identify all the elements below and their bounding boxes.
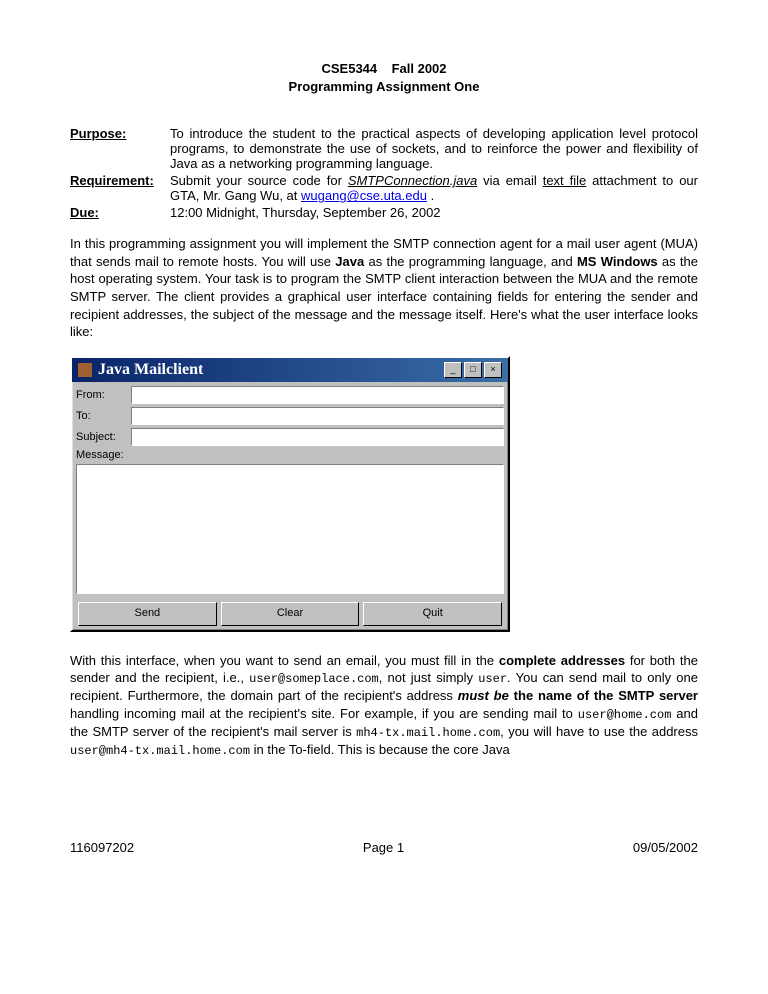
window-controls: _ □ × bbox=[444, 362, 502, 378]
paragraph-1: In this programming assignment you will … bbox=[70, 235, 698, 340]
purpose-row: Purpose: To introduce the student to the… bbox=[70, 126, 698, 171]
app-icon bbox=[78, 363, 92, 377]
p2-addr2: user@home.com bbox=[578, 708, 672, 722]
titlebar-left: Java Mailclient bbox=[78, 361, 203, 379]
p2-mustbe: must be bbox=[458, 688, 509, 703]
requirement-text: Submit your source code for SMTPConnecti… bbox=[170, 173, 698, 203]
window-title: Java Mailclient bbox=[98, 361, 203, 379]
definitions: Purpose: To introduce the student to the… bbox=[70, 126, 698, 220]
p2-end: in the To-field. This is because the cor… bbox=[250, 742, 510, 757]
page-content: CSE5344 Fall 2002 Programming Assignment… bbox=[0, 0, 768, 800]
p1-java: Java bbox=[335, 254, 364, 269]
message-label-row: Message: bbox=[76, 449, 504, 461]
page-footer: 116097202 Page 1 09/05/2002 bbox=[0, 800, 768, 855]
minimize-button[interactable]: _ bbox=[444, 362, 462, 378]
to-row: To: bbox=[76, 407, 504, 425]
requirement-row: Requirement: Submit your source code for… bbox=[70, 173, 698, 203]
button-row: Send Clear Quit bbox=[76, 600, 504, 626]
subject-input[interactable] bbox=[131, 428, 504, 446]
subject-label: Subject: bbox=[76, 431, 131, 443]
p2-pre: With this interface, when you want to se… bbox=[70, 653, 499, 668]
from-input[interactable] bbox=[131, 386, 504, 404]
to-label: To: bbox=[76, 410, 131, 422]
p2-srv: mh4-tx.mail.home.com bbox=[356, 726, 500, 740]
p1-mid1: as the programming language, and bbox=[364, 254, 577, 269]
purpose-label: Purpose: bbox=[70, 126, 170, 171]
title-line: Programming Assignment One bbox=[70, 78, 698, 96]
clear-button[interactable]: Clear bbox=[221, 602, 360, 626]
req-email-link[interactable]: wugang@cse.uta.edu bbox=[301, 188, 427, 203]
from-label: From: bbox=[76, 389, 131, 401]
subject-row: Subject: bbox=[76, 428, 504, 446]
p2-addr3: user@mh4-tx.mail.home.com bbox=[70, 744, 250, 758]
p1-msw: MS Windows bbox=[577, 254, 658, 269]
p2-mid5: handling incoming mail at the recipient'… bbox=[70, 706, 578, 721]
mailclient-body: From: To: Subject: Message: Send Clear Q… bbox=[72, 382, 508, 630]
footer-center: Page 1 bbox=[363, 840, 404, 855]
purpose-text: To introduce the student to the practica… bbox=[170, 126, 698, 171]
req-file: SMTPConnection.java bbox=[348, 173, 477, 188]
document-header: CSE5344 Fall 2002 Programming Assignment… bbox=[70, 60, 698, 96]
p2-mid7: , you will have to use the address bbox=[500, 724, 698, 739]
req-textfile: text file bbox=[543, 173, 587, 188]
req-pre: Submit your source code for bbox=[170, 173, 348, 188]
java-mailclient-window: Java Mailclient _ □ × From: To: Subject: bbox=[70, 356, 510, 632]
send-button[interactable]: Send bbox=[78, 602, 217, 626]
requirement-label: Requirement: bbox=[70, 173, 170, 203]
p2-servname: the name of the SMTP server bbox=[514, 688, 698, 703]
maximize-button[interactable]: □ bbox=[464, 362, 482, 378]
from-row: From: bbox=[76, 386, 504, 404]
p2-addr1: user@someplace.com bbox=[249, 672, 379, 686]
message-label: Message: bbox=[76, 449, 124, 461]
footer-left: 116097202 bbox=[70, 840, 134, 855]
p2-mid2: , not just simply bbox=[379, 670, 478, 685]
titlebar: Java Mailclient _ □ × bbox=[72, 358, 508, 382]
req-mid: via email bbox=[477, 173, 543, 188]
p2-complete: complete addresses bbox=[499, 653, 625, 668]
paragraph-2: With this interface, when you want to se… bbox=[70, 652, 698, 760]
course-line: CSE5344 Fall 2002 bbox=[70, 60, 698, 78]
quit-button[interactable]: Quit bbox=[363, 602, 502, 626]
due-row: Due: 12:00 Midnight, Thursday, September… bbox=[70, 205, 698, 220]
close-button[interactable]: × bbox=[484, 362, 502, 378]
footer-right: 09/05/2002 bbox=[633, 840, 698, 855]
message-textarea[interactable] bbox=[76, 464, 504, 594]
p2-user: user bbox=[478, 672, 507, 686]
req-end: . bbox=[427, 188, 434, 203]
to-input[interactable] bbox=[131, 407, 504, 425]
due-label: Due: bbox=[70, 205, 170, 220]
due-text: 12:00 Midnight, Thursday, September 26, … bbox=[170, 205, 698, 220]
